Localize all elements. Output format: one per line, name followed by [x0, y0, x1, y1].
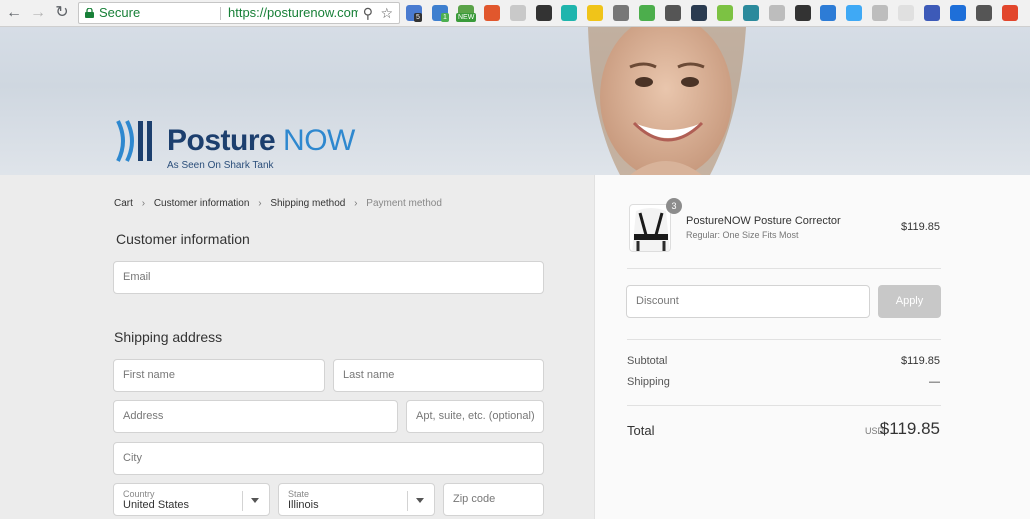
breadcrumb: Cart › Customer information › Shipping m… — [114, 198, 442, 209]
ext-19-icon[interactable] — [872, 5, 888, 21]
ext-13-icon[interactable] — [717, 5, 733, 21]
secure-label: Secure — [99, 5, 141, 20]
summary-divider — [627, 339, 941, 340]
logo-word-posture: Posture — [167, 124, 276, 157]
country-label: Country — [123, 489, 155, 499]
total-label: Total — [627, 423, 655, 438]
ext-10-icon[interactable] — [639, 5, 655, 21]
ext-23-icon[interactable] — [976, 5, 992, 21]
first-name-placeholder: First name — [123, 369, 175, 381]
city-field[interactable]: City — [113, 442, 544, 475]
extension-badge: NEW — [456, 13, 477, 22]
subtotal-value: $119.85 — [901, 355, 940, 367]
ext-21-icon[interactable] — [924, 5, 940, 21]
extension-badge: 5 — [414, 13, 422, 22]
select-divider — [242, 491, 243, 511]
ext-24-icon[interactable] — [1002, 5, 1018, 21]
product-thumbnail — [629, 204, 671, 252]
checkout-main: Cart › Customer information › Shipping m… — [0, 175, 594, 519]
ext-11-icon[interactable] — [665, 5, 681, 21]
hero-photo — [588, 27, 746, 175]
subtotal-label: Subtotal — [627, 355, 668, 367]
reload-icon[interactable]: ↻ — [52, 3, 72, 23]
ext-22-icon[interactable] — [950, 5, 966, 21]
browser-toolbar: ← → ↻ Secure https://posturenow.com/2032… — [0, 0, 1030, 27]
city-placeholder: City — [123, 452, 142, 464]
ext-8-icon[interactable] — [587, 5, 603, 21]
chevron-right-icon: › — [258, 198, 262, 209]
breadcrumb-customer-information: Customer information — [153, 198, 250, 209]
zip-code-placeholder: Zip code — [453, 493, 496, 505]
ext-14-icon[interactable] — [743, 5, 759, 21]
discount-field[interactable]: Discount — [626, 285, 870, 318]
product-variant: Regular: One Size Fits Most — [686, 230, 799, 240]
apartment-field[interactable]: Apt, suite, etc. (optional) — [406, 400, 544, 433]
bookmark-star-icon[interactable]: ☆ — [380, 3, 393, 23]
logo-mark-icon — [116, 120, 152, 162]
summary-divider — [627, 268, 941, 269]
last-name-field[interactable]: Last name — [333, 359, 544, 392]
ext-20-icon[interactable] — [898, 5, 914, 21]
chevron-right-icon: › — [354, 198, 358, 209]
customer-information-title: Customer information — [116, 231, 250, 247]
ext-5-icon[interactable] — [510, 5, 526, 21]
address-placeholder: Address — [123, 410, 164, 422]
ext-4-icon[interactable] — [484, 5, 500, 21]
ext-15-icon[interactable] — [769, 5, 785, 21]
discount-placeholder: Discount — [636, 295, 679, 307]
breadcrumb-cart[interactable]: Cart — [114, 198, 133, 209]
order-summary: 3 PostureNOW Posture Corrector Regular: … — [594, 175, 1030, 519]
address-field[interactable]: Address — [113, 400, 398, 433]
ext-17-icon[interactable] — [820, 5, 836, 21]
product-name: PostureNOW Posture Corrector — [686, 215, 841, 227]
breadcrumb-payment-method: Payment method — [366, 198, 442, 209]
logo-wordmark: Posture NOW — [167, 124, 355, 158]
state-label: State — [288, 489, 310, 499]
last-name-placeholder: Last name — [343, 369, 395, 381]
zoom-icon[interactable]: ⚲ — [363, 3, 373, 23]
country-value: United States — [123, 499, 190, 511]
ext-7-icon[interactable] — [561, 5, 577, 21]
ext-12-icon[interactable] — [691, 5, 707, 21]
apartment-placeholder: Apt, suite, etc. (optional) — [416, 410, 535, 422]
apply-button[interactable]: Apply — [878, 285, 941, 318]
shipping-value: — — [929, 376, 940, 388]
hero-banner: Posture NOW As Seen On Shark Tank — [0, 27, 1030, 175]
extension-badge: 1 — [441, 13, 449, 22]
ext-9-icon[interactable] — [613, 5, 629, 21]
email-placeholder: Email — [123, 271, 151, 283]
email-field[interactable]: Email — [113, 261, 544, 294]
ext-18-icon[interactable] — [846, 5, 862, 21]
total-amount: $119.85 — [879, 419, 940, 438]
country-select[interactable]: Country United States — [113, 483, 270, 516]
forward-icon[interactable]: → — [28, 3, 48, 23]
omnibox-separator — [220, 7, 221, 20]
lock-icon — [85, 8, 94, 18]
ext-16-icon[interactable] — [795, 5, 811, 21]
breadcrumb-shipping-method: Shipping method — [270, 198, 346, 209]
back-icon[interactable]: ← — [4, 3, 24, 23]
posturenow-logo[interactable]: Posture NOW As Seen On Shark Tank — [116, 119, 356, 175]
quantity-badge: 3 — [666, 198, 682, 214]
shipping-label: Shipping — [627, 376, 670, 388]
product-price: $119.85 — [901, 221, 940, 233]
address-bar[interactable]: Secure https://posturenow.com/20327841/c… — [78, 2, 400, 24]
zip-code-field[interactable]: Zip code — [443, 483, 544, 516]
ext-6-icon[interactable] — [536, 5, 552, 21]
logo-tagline: As Seen On Shark Tank — [167, 160, 274, 171]
summary-divider — [627, 405, 941, 406]
select-divider — [407, 491, 408, 511]
first-name-field[interactable]: First name — [113, 359, 325, 392]
logo-word-now: NOW — [283, 124, 355, 157]
shipping-address-title: Shipping address — [114, 329, 223, 345]
url-text[interactable]: https://posturenow.com/20327841/c... — [228, 3, 358, 23]
chevron-down-icon — [416, 498, 424, 503]
chevron-down-icon — [251, 498, 259, 503]
state-value: Illinois — [288, 499, 319, 511]
state-select[interactable]: State Illinois — [278, 483, 435, 516]
posture-corrector-image — [632, 208, 670, 251]
chevron-right-icon: › — [141, 198, 146, 209]
